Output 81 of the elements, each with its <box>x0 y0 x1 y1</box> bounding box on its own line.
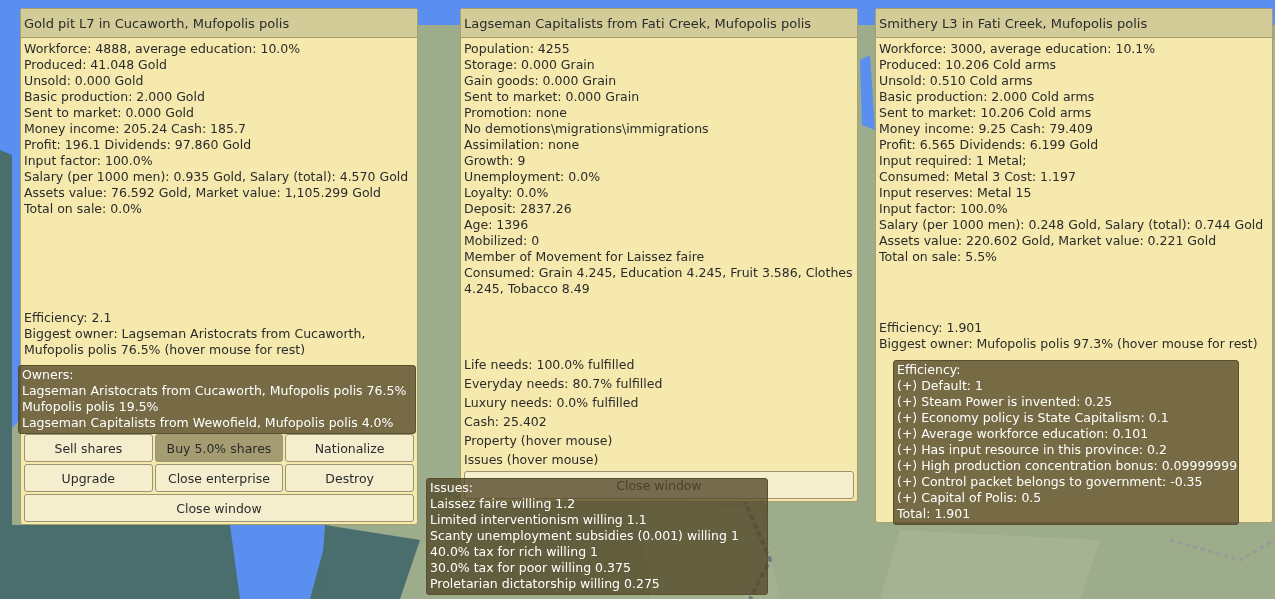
action-button[interactable]: Destroy <box>285 464 414 492</box>
tooltip-line: (+) Control packet belongs to government: -0.35 <box>897 474 1203 490</box>
info-line: Produced: 41.048 Gold <box>24 57 168 73</box>
efficiency-text[interactable]: Efficiency: 2.1 <box>24 310 414 326</box>
info-line: Basic production: 2.000 Gold <box>24 89 206 105</box>
info-line: Produced: 10.206 Cold arms <box>879 57 1058 73</box>
tooltip-line: Lagseman Capitalists from Wewofield, Mufopolis polis 4.0% <box>22 415 394 431</box>
info-line: Money income: 9.25 Cash: 79.409 <box>879 121 1094 137</box>
tooltip-line: Owners: <box>22 367 74 383</box>
tooltip-line: Laissez faire willing 1.2 <box>430 496 576 512</box>
info-line: Unsold: 0.000 Gold <box>24 73 145 89</box>
info-line: Property (hover mouse) <box>464 432 614 450</box>
info-line: Consumed: Grain 4.245, Education 4.245, Fruit 3.586, Clothes 4.245, Tobacco 8.49 <box>464 265 854 297</box>
info-line: Sent to market: 0.000 Grain <box>464 89 641 105</box>
tooltip-line: 30.0% tax for poor willing 0.375 <box>430 560 631 576</box>
info-line: Workforce: 3000, average education: 10.1% <box>879 41 1157 57</box>
info-line: Cash: 25.402 <box>464 413 548 431</box>
info-line: Input required: 1 Metal; <box>879 153 1028 169</box>
tooltip-line: (+) Economy policy is State Capitalism: 0.1 <box>897 410 1169 426</box>
tooltip-line: (+) Steam Power is invented: 0.25 <box>897 394 1113 410</box>
info-line: Storage: 0.000 Grain <box>464 57 596 73</box>
tooltip-line: (+) Has input resource in this province: 0.2 <box>897 442 1167 458</box>
info-line: Unemployment: 0.0% <box>464 169 602 185</box>
info-line: Workforce: 4888, average education: 10.0% <box>24 41 302 57</box>
info-line: Profit: 6.565 Dividends: 6.199 Gold <box>879 137 1100 153</box>
info-line: Input reserves: Metal 15 <box>879 185 1033 201</box>
info-line: Growth: 9 <box>464 153 527 169</box>
info-line: Loyalty: 0.0% <box>464 185 550 201</box>
action-button[interactable]: Buy 5.0% shares <box>154 434 284 462</box>
info-line: Total on sale: 0.0% <box>24 201 143 217</box>
action-button[interactable]: Close enterprise <box>154 464 284 492</box>
info-line: No demotions\migrations\immigrations <box>464 121 710 137</box>
info-line: Everyday needs: 80.7% fulfilled <box>464 375 664 393</box>
info-line: Population: 4255 <box>464 41 571 57</box>
info-line: Issues (hover mouse) <box>464 451 600 469</box>
info-line: Luxury needs: 0.0% fulfilled <box>464 394 640 412</box>
info-line: Assets value: 220.602 Gold, Market value: 0.221 Gold <box>879 233 1218 249</box>
info-line: Salary (per 1000 men): 0.248 Gold, Salary (total): 0.744 Gold <box>879 217 1265 233</box>
close-window-button[interactable]: Close window <box>24 494 414 522</box>
info-line: Money income: 205.24 Cash: 185.7 <box>24 121 247 137</box>
tooltip-line: (+) Capital of Polis: 0.5 <box>897 490 1042 506</box>
biggest-owner-text[interactable]: Biggest owner: Lagseman Aristocrats from Cucaworth, Mufopolis polis 76.5% (hover mouse for rest) <box>24 326 414 358</box>
info-line: Input factor: 100.0% <box>24 153 154 169</box>
biggest-owner-text[interactable]: Biggest owner: Mufopolis polis 97.3% (hover mouse for rest) <box>879 336 1269 352</box>
info-line: Gain goods: 0.000 Grain <box>464 73 618 89</box>
window-title: Smithery L3 in Fati Creek, Mufopolis polis <box>879 15 1148 31</box>
tooltip-line: (+) Default: 1 <box>897 378 983 394</box>
tooltip-line: Issues: <box>430 480 474 496</box>
info-line: Profit: 196.1 Dividends: 97.860 Gold <box>24 137 253 153</box>
tooltip-line: (+) High production concentration bonus: 0.09999999 <box>897 458 1238 474</box>
tooltip-line: Total: 1.901 <box>897 506 971 522</box>
tooltip-line: Scanty unemployment subsidies (0.001) willing 1 <box>430 528 739 544</box>
tooltip-line: (+) Average workforce education: 0.101 <box>897 426 1149 442</box>
info-line: Unsold: 0.510 Cold arms <box>879 73 1034 89</box>
tooltip-line: Efficiency: <box>897 362 961 378</box>
tooltip-line: 40.0% tax for rich willing 1 <box>430 544 599 560</box>
info-line: Sent to market: 0.000 Gold <box>24 105 195 121</box>
info-line: Salary (per 1000 men): 0.935 Gold, Salary (total): 4.570 Gold <box>24 169 410 185</box>
info-line: Age: 1396 <box>464 217 530 233</box>
tooltip-line: Limited interventionism willing 1.1 <box>430 512 647 528</box>
action-button[interactable]: Sell shares <box>24 434 153 462</box>
action-button[interactable]: Nationalize <box>285 434 414 462</box>
info-line: Member of Movement for Laissez faire <box>464 249 706 265</box>
info-line: Deposit: 2837.26 <box>464 201 573 217</box>
info-line: Promotion: none <box>464 105 568 121</box>
tooltip-line: Mufopolis polis 19.5% <box>22 399 159 415</box>
info-line: Consumed: Metal 3 Cost: 1.197 <box>879 169 1077 185</box>
info-line: Total on sale: 5.5% <box>879 249 998 265</box>
info-line: Basic production: 2.000 Cold arms <box>879 89 1096 105</box>
window-title: Gold pit L7 in Cucaworth, Mufopolis polis <box>24 15 290 31</box>
info-line: Sent to market: 10.206 Cold arms <box>879 105 1093 121</box>
info-line: Input factor: 100.0% <box>879 201 1009 217</box>
efficiency-text[interactable]: Efficiency: 1.901 <box>879 320 1269 336</box>
info-line: Life needs: 100.0% fulfilled <box>464 356 636 374</box>
info-line: Assimilation: none <box>464 137 581 153</box>
tooltip-line: Lagseman Aristocrats from Cucaworth, Mufopolis polis 76.5% <box>22 383 407 399</box>
action-button[interactable]: Upgrade <box>24 464 153 492</box>
tooltip-line: Proletarian dictatorship willing 0.275 <box>430 576 660 592</box>
info-line: Mobilized: 0 <box>464 233 541 249</box>
window-title: Lagseman Capitalists from Fati Creek, Mufopolis polis <box>464 15 812 31</box>
info-line: Assets value: 76.592 Gold, Market value: 1,105.299 Gold <box>24 185 382 201</box>
